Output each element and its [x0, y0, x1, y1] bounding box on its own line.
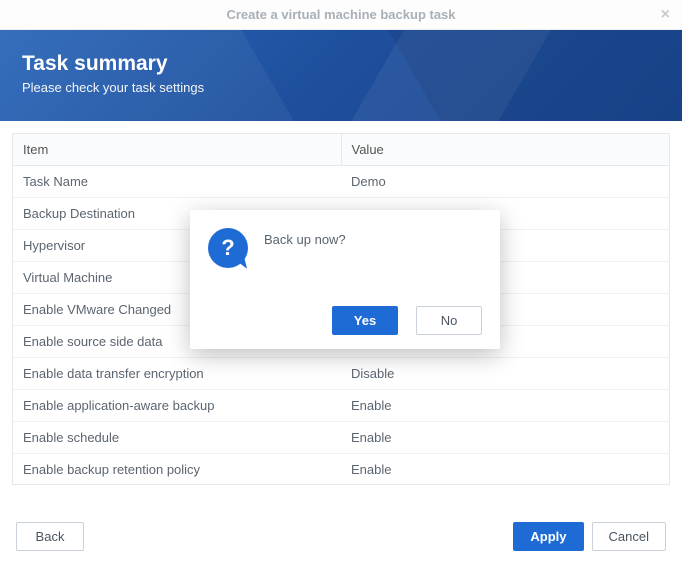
- yes-button[interactable]: Yes: [332, 306, 398, 335]
- column-header-item: Item: [13, 134, 341, 166]
- column-header-value: Value: [341, 134, 669, 166]
- table-cell-value: Enable: [341, 454, 669, 486]
- question-icon: ?: [208, 228, 248, 268]
- page-subtitle: Please check your task settings: [22, 80, 660, 95]
- confirm-dialog-body: ? Back up now?: [208, 228, 482, 288]
- no-button[interactable]: No: [416, 306, 482, 335]
- table-row: Enable scheduleEnable: [13, 422, 669, 454]
- wizard-banner: Task summary Please check your task sett…: [0, 30, 682, 121]
- confirm-dialog: ? Back up now? Yes No: [190, 210, 500, 349]
- table-cell-item: Enable application-aware backup: [13, 390, 341, 422]
- table-cell-item: Task Name: [13, 166, 341, 198]
- table-cell-value: Enable: [341, 390, 669, 422]
- table-cell-value: Disable: [341, 358, 669, 390]
- wizard-footer: Back Apply Cancel: [0, 512, 682, 561]
- close-icon[interactable]: ×: [661, 0, 670, 30]
- table-row: Task NameDemo: [13, 166, 669, 198]
- table-cell-item: Enable schedule: [13, 422, 341, 454]
- table-cell-item: Enable backup retention policy: [13, 454, 341, 486]
- table-row: Enable application-aware backupEnable: [13, 390, 669, 422]
- table-cell-value: Enable: [341, 422, 669, 454]
- table-row: Enable data transfer encryptionDisable: [13, 358, 669, 390]
- back-button[interactable]: Back: [16, 522, 84, 551]
- table-cell-value: Demo: [341, 166, 669, 198]
- table-row: Enable backup retention policyEnable: [13, 454, 669, 486]
- cancel-button[interactable]: Cancel: [592, 522, 666, 551]
- window-titlebar: Create a virtual machine backup task ×: [0, 0, 682, 30]
- confirm-dialog-message: Back up now?: [264, 228, 346, 247]
- table-cell-item: Enable data transfer encryption: [13, 358, 341, 390]
- apply-button[interactable]: Apply: [513, 522, 583, 551]
- window-title: Create a virtual machine backup task: [226, 7, 455, 22]
- page-title: Task summary: [22, 52, 660, 76]
- confirm-dialog-footer: Yes No: [208, 306, 482, 335]
